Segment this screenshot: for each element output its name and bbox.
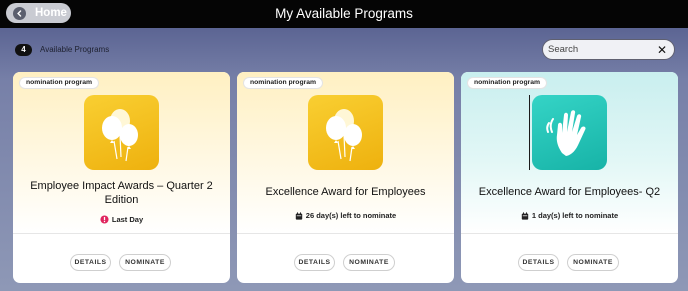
nominate-button[interactable]: NOMINATE xyxy=(343,254,395,271)
search-box: ✕ xyxy=(542,39,675,60)
card-divider xyxy=(461,233,678,234)
status-text: 26 day(s) left to nominate xyxy=(305,211,397,220)
text-cursor-line xyxy=(529,95,530,170)
card-divider xyxy=(13,233,230,234)
program-status: 1 day(s) left to nominate xyxy=(461,211,678,223)
program-title[interactable]: Excellence Award for Employees- Q2 xyxy=(471,185,668,199)
calendar-icon xyxy=(295,212,303,223)
program-type-tag: nomination program xyxy=(19,77,100,89)
alert-icon xyxy=(100,215,109,227)
top-bar: Home My Available Programs xyxy=(0,0,688,28)
search-input[interactable] xyxy=(548,44,656,55)
clear-search-icon[interactable]: ✕ xyxy=(657,44,667,56)
balloons-icon xyxy=(308,95,383,170)
program-count-label: Available Programs xyxy=(40,45,110,54)
program-card[interactable]: nomination program Excellence Award for … xyxy=(461,72,678,283)
calendar-icon xyxy=(521,212,529,223)
program-status: Last Day xyxy=(13,215,230,227)
program-type-tag: nomination program xyxy=(243,77,324,89)
program-card[interactable]: nomination program Employee Impact Award… xyxy=(13,72,230,283)
card-divider xyxy=(237,233,454,234)
status-text: Last Day xyxy=(111,215,144,224)
waving-hand-icon xyxy=(532,95,607,170)
status-text: 1 day(s) left to nominate xyxy=(531,211,619,220)
program-title[interactable]: Excellence Award for Employees xyxy=(247,185,444,199)
program-type-tag: nomination program xyxy=(467,77,548,89)
page-title: My Available Programs xyxy=(275,6,413,21)
program-card[interactable]: nomination program Excellence Award for … xyxy=(237,72,454,283)
details-button[interactable]: DETAILS xyxy=(518,254,559,271)
program-status: 26 day(s) left to nominate xyxy=(237,211,454,223)
program-count-badge: 4 xyxy=(15,44,32,56)
nominate-button[interactable]: NOMINATE xyxy=(119,254,171,271)
details-button[interactable]: DETAILS xyxy=(294,254,335,271)
balloons-icon xyxy=(84,95,159,170)
details-button[interactable]: DETAILS xyxy=(70,254,111,271)
nominate-button[interactable]: NOMINATE xyxy=(567,254,619,271)
program-title[interactable]: Employee Impact Awards – Quarter 2 Editi… xyxy=(23,179,220,207)
